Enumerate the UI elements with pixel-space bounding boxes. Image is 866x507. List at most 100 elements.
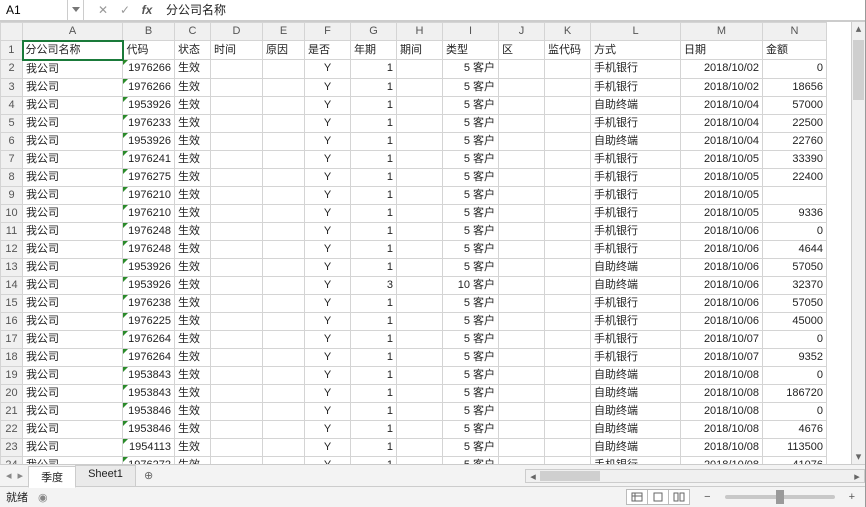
cell[interactable] bbox=[763, 186, 827, 204]
header-cell[interactable]: 代码 bbox=[123, 41, 175, 60]
cell[interactable]: 22760 bbox=[763, 132, 827, 150]
cell[interactable]: 0 bbox=[763, 60, 827, 79]
cell[interactable]: 我公司 bbox=[23, 348, 123, 366]
cell[interactable] bbox=[397, 294, 443, 312]
cell[interactable]: 手机银行 bbox=[591, 348, 681, 366]
header-cell[interactable]: 原因 bbox=[263, 41, 305, 60]
cell[interactable]: 2018/10/06 bbox=[681, 294, 763, 312]
column-header-B[interactable]: B bbox=[123, 22, 175, 41]
cell[interactable]: 5 客户 bbox=[443, 312, 499, 330]
cell[interactable]: 生效 bbox=[175, 114, 211, 132]
cell[interactable]: 1 bbox=[351, 420, 397, 438]
cell[interactable]: 4644 bbox=[763, 240, 827, 258]
cell[interactable] bbox=[499, 384, 545, 402]
cell[interactable] bbox=[545, 240, 591, 258]
cell[interactable]: 1 bbox=[351, 330, 397, 348]
cell[interactable] bbox=[263, 438, 305, 456]
cell[interactable] bbox=[499, 294, 545, 312]
cell[interactable] bbox=[545, 366, 591, 384]
row-header[interactable]: 6 bbox=[1, 132, 23, 150]
cell[interactable] bbox=[397, 78, 443, 96]
cell[interactable] bbox=[499, 276, 545, 294]
cell[interactable] bbox=[499, 114, 545, 132]
cell[interactable]: 5 客户 bbox=[443, 348, 499, 366]
cell[interactable] bbox=[211, 402, 263, 420]
cell[interactable]: 自助终端 bbox=[591, 438, 681, 456]
cell[interactable]: 2018/10/06 bbox=[681, 258, 763, 276]
cell[interactable]: 1954113 bbox=[123, 438, 175, 456]
cell[interactable] bbox=[397, 60, 443, 79]
cell[interactable] bbox=[263, 402, 305, 420]
cell[interactable]: 1976225 bbox=[123, 312, 175, 330]
cell[interactable]: 2018/10/08 bbox=[681, 438, 763, 456]
cell[interactable] bbox=[263, 258, 305, 276]
cell[interactable]: 1953926 bbox=[123, 258, 175, 276]
cell[interactable]: 1 bbox=[351, 258, 397, 276]
cell[interactable] bbox=[211, 222, 263, 240]
cell[interactable]: 生效 bbox=[175, 150, 211, 168]
cell[interactable] bbox=[211, 186, 263, 204]
cell[interactable]: 手机银行 bbox=[591, 114, 681, 132]
header-cell[interactable]: 类型 bbox=[443, 41, 499, 60]
cell[interactable] bbox=[263, 240, 305, 258]
cell[interactable] bbox=[545, 204, 591, 222]
cell[interactable]: 我公司 bbox=[23, 420, 123, 438]
cell[interactable] bbox=[211, 60, 263, 79]
cell[interactable]: 生效 bbox=[175, 276, 211, 294]
cell[interactable] bbox=[211, 330, 263, 348]
cell[interactable] bbox=[397, 312, 443, 330]
cell[interactable] bbox=[211, 276, 263, 294]
cell[interactable]: Y bbox=[305, 402, 351, 420]
header-cell[interactable]: 区 bbox=[499, 41, 545, 60]
cell[interactable]: Y bbox=[305, 78, 351, 96]
cell[interactable]: 我公司 bbox=[23, 78, 123, 96]
cell[interactable]: 1 bbox=[351, 132, 397, 150]
cell[interactable]: 57000 bbox=[763, 96, 827, 114]
cell[interactable]: 1 bbox=[351, 240, 397, 258]
cell[interactable]: 1953846 bbox=[123, 402, 175, 420]
cell[interactable] bbox=[397, 366, 443, 384]
cell[interactable]: 我公司 bbox=[23, 384, 123, 402]
cell[interactable] bbox=[211, 294, 263, 312]
cell[interactable]: 生效 bbox=[175, 420, 211, 438]
view-normal-button[interactable] bbox=[626, 489, 648, 505]
cell[interactable]: Y bbox=[305, 330, 351, 348]
cell[interactable]: 45000 bbox=[763, 312, 827, 330]
cell[interactable]: 5 客户 bbox=[443, 294, 499, 312]
cell[interactable] bbox=[545, 78, 591, 96]
cell[interactable]: 0 bbox=[763, 330, 827, 348]
spreadsheet-grid[interactable]: ABCDEFGHIJKLMN 1分公司名称代码状态时间原因是否年期期间类型区监代… bbox=[0, 21, 865, 465]
cell[interactable]: 生效 bbox=[175, 384, 211, 402]
cell[interactable] bbox=[263, 456, 305, 464]
cell[interactable] bbox=[397, 114, 443, 132]
cell[interactable]: 5 客户 bbox=[443, 420, 499, 438]
cell[interactable]: Y bbox=[305, 114, 351, 132]
cell[interactable] bbox=[545, 294, 591, 312]
cell[interactable] bbox=[499, 60, 545, 79]
cell[interactable]: 0 bbox=[763, 222, 827, 240]
cell[interactable] bbox=[263, 204, 305, 222]
row-header[interactable]: 5 bbox=[1, 114, 23, 132]
cell[interactable] bbox=[397, 132, 443, 150]
row-header[interactable]: 8 bbox=[1, 168, 23, 186]
cell[interactable] bbox=[263, 384, 305, 402]
cell[interactable]: 手机银行 bbox=[591, 204, 681, 222]
cell[interactable]: 2018/10/04 bbox=[681, 132, 763, 150]
column-header-H[interactable]: H bbox=[397, 22, 443, 41]
cell[interactable]: 22400 bbox=[763, 168, 827, 186]
cell[interactable]: 2018/10/04 bbox=[681, 114, 763, 132]
cell[interactable] bbox=[211, 420, 263, 438]
cell[interactable]: 18656 bbox=[763, 78, 827, 96]
cell[interactable]: 生效 bbox=[175, 330, 211, 348]
cell[interactable]: 1953846 bbox=[123, 420, 175, 438]
cell[interactable] bbox=[397, 438, 443, 456]
cell[interactable]: 我公司 bbox=[23, 132, 123, 150]
cell[interactable]: 我公司 bbox=[23, 114, 123, 132]
column-header-M[interactable]: M bbox=[681, 22, 763, 41]
row-header[interactable]: 23 bbox=[1, 438, 23, 456]
cell[interactable] bbox=[545, 258, 591, 276]
cell[interactable] bbox=[545, 168, 591, 186]
cell[interactable]: 1 bbox=[351, 78, 397, 96]
cell[interactable] bbox=[397, 150, 443, 168]
cell[interactable] bbox=[397, 222, 443, 240]
